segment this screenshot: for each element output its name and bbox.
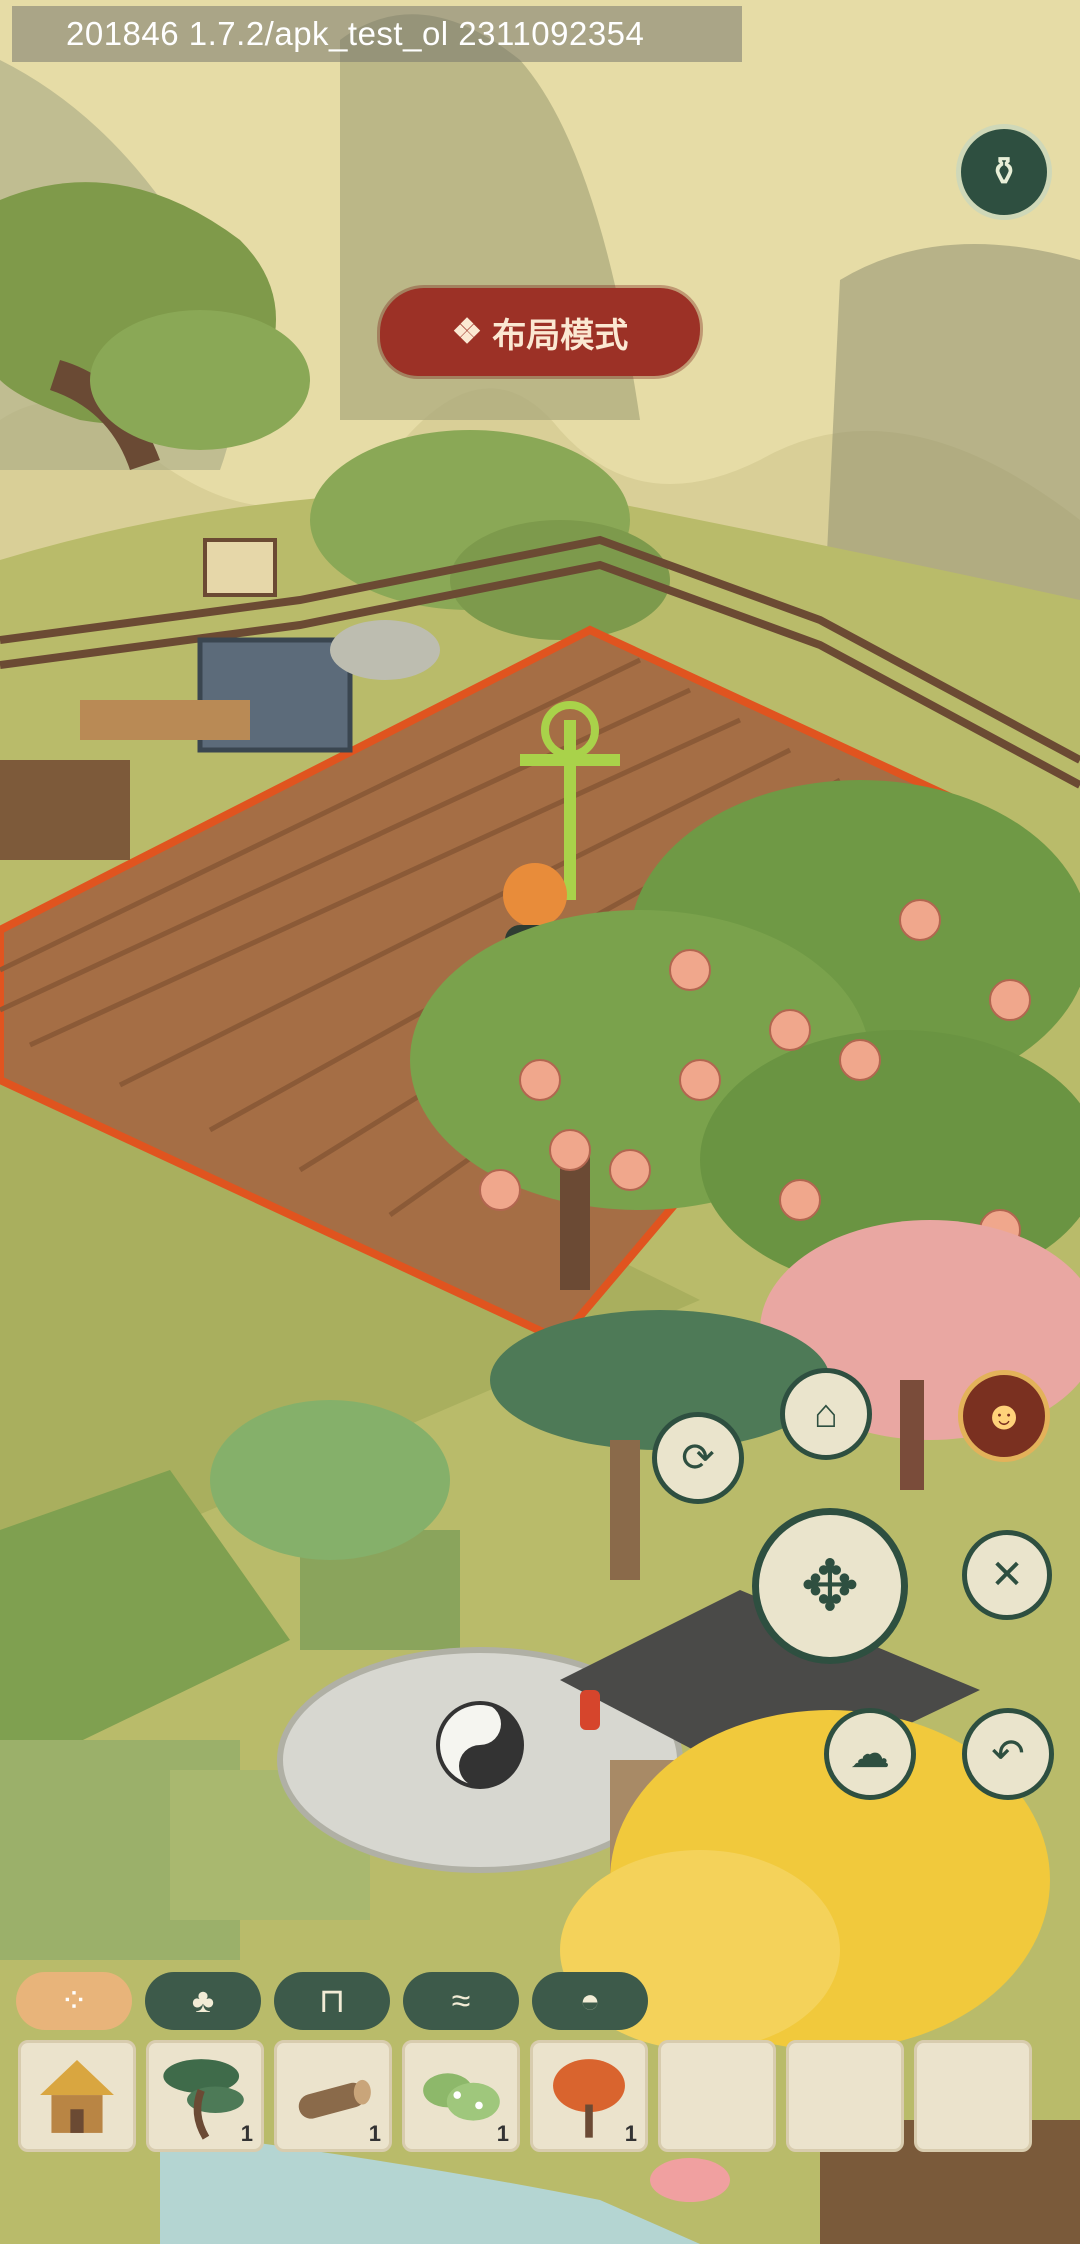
potted-plant-icon: ♣: [191, 1981, 215, 2020]
gourd-jar-icon: ⚱: [987, 150, 1021, 194]
slot-count: 1: [496, 2121, 509, 2146]
inventory-slot-empty[interactable]: [914, 2040, 1032, 2152]
store-button[interactable]: ⌂: [780, 1368, 872, 1460]
category-tab-bar: ⁘ ♣ ⊓ ≈ ◓: [16, 1972, 648, 2030]
slot-count: 1: [240, 2121, 253, 2146]
rotate-button[interactable]: ⟳: [652, 1412, 744, 1504]
tab-all[interactable]: ⁘: [16, 1972, 132, 2030]
gourd-jar-button[interactable]: ⚱: [956, 124, 1052, 220]
layout-mode-label: 布局模式: [492, 315, 629, 356]
inventory-slot-pine-tree[interactable]: 1: [146, 2040, 264, 2152]
inventory-slot-straw-hut[interactable]: [18, 2040, 136, 2152]
slot-count: 1: [368, 2121, 381, 2146]
cloud-button[interactable]: ☁: [824, 1708, 916, 1800]
tab-decor[interactable]: ≈: [403, 1972, 519, 2030]
move-button[interactable]: ✥: [752, 1508, 908, 1664]
build-version-label: 201846 1.7.2/apk_test_ol 2311092354: [12, 6, 742, 62]
undo-button[interactable]: ↶: [962, 1708, 1054, 1800]
inventory-slot-empty[interactable]: [658, 2040, 776, 2152]
close-button[interactable]: ✕: [962, 1530, 1052, 1620]
rotate-arrows-icon: ⟳: [681, 1436, 715, 1480]
inventory-slot-empty[interactable]: [786, 2040, 904, 2152]
slot-count: 1: [624, 2121, 637, 2146]
character-avatar-button[interactable]: ☻: [958, 1370, 1050, 1462]
inventory-slot-leafy-shrub[interactable]: 1: [402, 2040, 520, 2152]
character-portrait-icon: ☻: [982, 1394, 1026, 1438]
scroll-icon: ≈: [451, 1981, 471, 2020]
tab-furniture[interactable]: ⊓: [274, 1972, 390, 2030]
box-store-icon: ⌂: [813, 1392, 839, 1436]
bowl-icon: ◓: [579, 1981, 601, 2020]
table-icon: ⊓: [318, 1982, 346, 2020]
four-arrows-move-icon: ✥: [800, 1547, 860, 1625]
inventory-slot-log[interactable]: 1: [274, 2040, 392, 2152]
diamond-grid-icon: ❖: [451, 312, 483, 352]
undo-arrow-icon: ↶: [991, 1732, 1025, 1776]
inventory-slot-autumn-tree[interactable]: 1: [530, 2040, 648, 2152]
tab-plants[interactable]: ♣: [145, 1972, 261, 2030]
cloud-swirl-icon: ☁: [850, 1732, 890, 1776]
four-dots-icon: ⁘: [59, 1982, 89, 2020]
straw-hut-icon: [40, 2060, 114, 2133]
tab-food[interactable]: ◓: [532, 1972, 648, 2030]
layout-mode-banner: ❖ 布局模式: [380, 288, 700, 376]
close-icon: ✕: [990, 1553, 1024, 1597]
inventory-slots: 1 1 1 1: [18, 2040, 1032, 2152]
